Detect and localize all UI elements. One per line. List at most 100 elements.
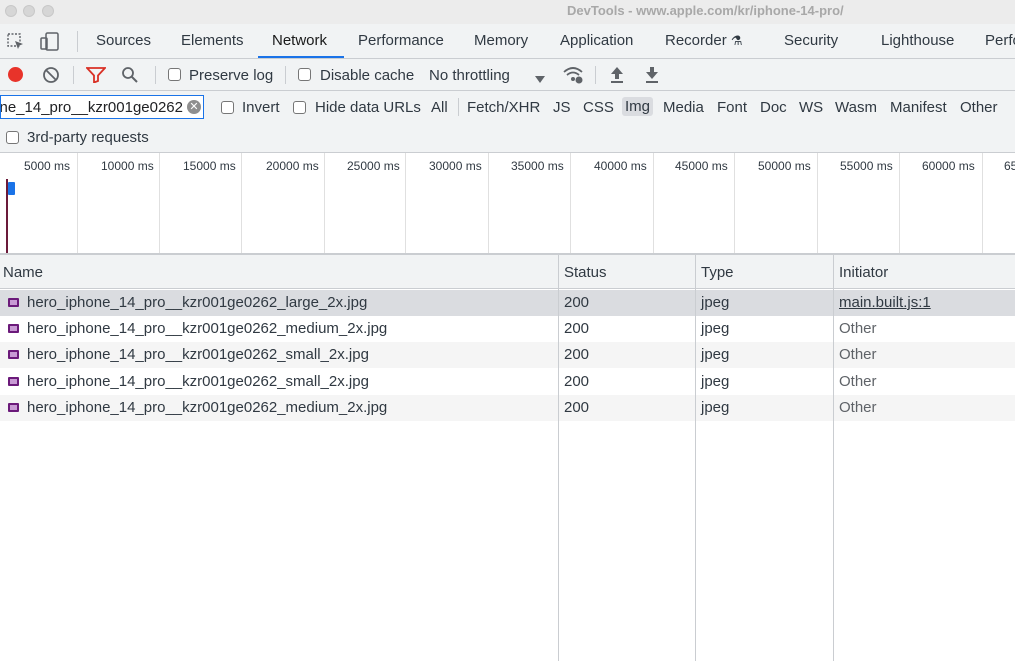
tab-performance[interactable]: Performance <box>358 32 444 49</box>
request-initiator: Other <box>839 373 877 390</box>
tab-lighthouse[interactable]: Lighthouse <box>881 32 954 49</box>
timeline-tick-label: 10000 ms <box>101 159 154 173</box>
filter-type-other[interactable]: Other <box>960 99 998 116</box>
filter-type-media[interactable]: Media <box>663 99 704 116</box>
import-har-icon[interactable] <box>609 66 625 88</box>
tab-security[interactable]: Security <box>784 32 838 49</box>
table-row[interactable]: hero_iphone_14_pro__kzr001ge0262_medium_… <box>0 316 1015 342</box>
zoom-window-button[interactable] <box>42 5 54 17</box>
table-row[interactable]: hero_iphone_14_pro__kzr001ge0262_large_2… <box>0 290 1015 316</box>
tab-sources[interactable]: Sources <box>96 32 151 49</box>
record-button[interactable] <box>8 67 23 82</box>
timeline-tick-label: 50000 ms <box>758 159 811 173</box>
request-initiator-link[interactable]: main.built.js:1 <box>839 294 931 311</box>
third-party-checkbox[interactable] <box>6 131 19 144</box>
throttling-select[interactable]: No throttling <box>429 67 510 84</box>
column-header-name[interactable]: Name <box>3 264 43 281</box>
request-status: 200 <box>564 294 590 311</box>
filter-type-ws[interactable]: WS <box>799 99 823 116</box>
request-status: 200 <box>564 399 590 416</box>
divider <box>285 66 286 84</box>
timeline-tick-label: 40000 ms <box>594 159 647 173</box>
timeline-tick-label: 15000 ms <box>183 159 236 173</box>
hide-data-urls-label: Hide data URLs <box>315 99 421 116</box>
disable-cache-checkbox[interactable] <box>298 68 311 81</box>
timeline-tick-label: 45000 ms <box>675 159 728 173</box>
dropdown-arrow-icon[interactable] <box>535 71 545 88</box>
timeline-tick-label: 55000 ms <box>840 159 893 173</box>
filter-bar: one_14_pro__kzr001ge0262 ✕ Invert Hide d… <box>0 91 1015 123</box>
third-party-label: 3rd-party requests <box>27 129 149 146</box>
invert-label: Invert <box>242 99 280 116</box>
timeline-tick-label: 25000 ms <box>347 159 400 173</box>
filter-type-manifest[interactable]: Manifest <box>890 99 947 116</box>
timeline-gridline <box>77 153 78 253</box>
request-initiator: Other <box>839 320 877 337</box>
image-file-icon <box>8 298 19 307</box>
preserve-log-label: Preserve log <box>189 67 274 84</box>
filter-type-fetch-xhr[interactable]: Fetch/XHR <box>467 99 540 116</box>
panel-tabbar: Sources Elements Network Performance Mem… <box>0 24 1015 59</box>
request-type: jpeg <box>701 294 730 311</box>
column-divider[interactable] <box>695 255 696 661</box>
preserve-log-checkbox[interactable] <box>168 68 181 81</box>
divider <box>595 66 596 84</box>
invert-checkbox[interactable] <box>221 101 234 114</box>
timeline-gridline <box>324 153 325 253</box>
flask-icon: ⚗ <box>730 33 743 48</box>
divider <box>77 31 78 52</box>
inspect-element-icon[interactable] <box>6 32 26 56</box>
tab-network[interactable]: Network <box>272 32 327 49</box>
filter-input[interactable]: one_14_pro__kzr001ge0262 ✕ <box>0 95 204 119</box>
search-icon[interactable] <box>121 66 139 88</box>
filter-type-wasm[interactable]: Wasm <box>835 99 877 116</box>
timeline-tick-label: 20000 ms <box>266 159 319 173</box>
request-initiator: Other <box>839 346 877 363</box>
filter-type-css[interactable]: CSS <box>583 99 614 116</box>
clear-icon[interactable] <box>42 66 60 88</box>
column-divider[interactable] <box>558 255 559 661</box>
active-tab-indicator <box>258 56 344 58</box>
device-toolbar-icon[interactable] <box>39 31 61 57</box>
minimize-window-button[interactable] <box>23 5 35 17</box>
tab-elements[interactable]: Elements <box>181 32 244 49</box>
filter-type-font[interactable]: Font <box>717 99 747 116</box>
column-divider[interactable] <box>833 255 834 661</box>
request-name: hero_iphone_14_pro__kzr001ge0262_medium_… <box>27 320 388 337</box>
request-status: 200 <box>564 373 590 390</box>
timeline-gridline <box>159 153 160 253</box>
hide-data-urls-checkbox[interactable] <box>293 101 306 114</box>
request-name: hero_iphone_14_pro__kzr001ge0262_small_2… <box>27 346 369 363</box>
timeline-tick-label: 35000 ms <box>511 159 564 173</box>
filter-type-all[interactable]: All <box>431 99 448 116</box>
filter-type-doc[interactable]: Doc <box>760 99 787 116</box>
clear-filter-icon[interactable]: ✕ <box>187 100 201 114</box>
tab-recorder[interactable]: Recorder ⚗ <box>665 32 743 49</box>
request-name: hero_iphone_14_pro__kzr001ge0262_large_2… <box>27 294 368 311</box>
column-header-initiator[interactable]: Initiator <box>839 264 888 281</box>
request-status: 200 <box>564 346 590 363</box>
timeline-tick-label: 30000 ms <box>429 159 482 173</box>
timeline-gridline <box>488 153 489 253</box>
network-conditions-icon[interactable] <box>562 65 584 89</box>
divider <box>73 66 74 84</box>
tab-memory[interactable]: Memory <box>474 32 528 49</box>
tab-performance-insights[interactable]: Perfo <box>985 32 1015 49</box>
table-row[interactable]: hero_iphone_14_pro__kzr001ge0262_small_2… <box>0 369 1015 395</box>
requests-table: Name Status Type Initiator hero_iphone_1… <box>0 255 1015 661</box>
timeline-gridline <box>817 153 818 253</box>
timeline-overview[interactable]: 5000 ms 10000 ms 15000 ms 20000 ms 25000… <box>0 153 1015 255</box>
column-header-status[interactable]: Status <box>564 264 607 281</box>
filter-type-img[interactable]: Img <box>622 97 654 116</box>
close-window-button[interactable] <box>5 5 17 17</box>
filter-icon[interactable] <box>84 67 108 87</box>
image-file-icon <box>8 377 19 386</box>
tab-application[interactable]: Application <box>560 32 633 49</box>
request-type: jpeg <box>701 320 730 337</box>
table-row[interactable]: hero_iphone_14_pro__kzr001ge0262_small_2… <box>0 342 1015 368</box>
column-header-type[interactable]: Type <box>701 264 734 281</box>
table-row[interactable]: hero_iphone_14_pro__kzr001ge0262_medium_… <box>0 395 1015 421</box>
export-har-icon[interactable] <box>644 66 660 88</box>
request-bar <box>8 182 15 195</box>
filter-type-js[interactable]: JS <box>553 99 571 116</box>
